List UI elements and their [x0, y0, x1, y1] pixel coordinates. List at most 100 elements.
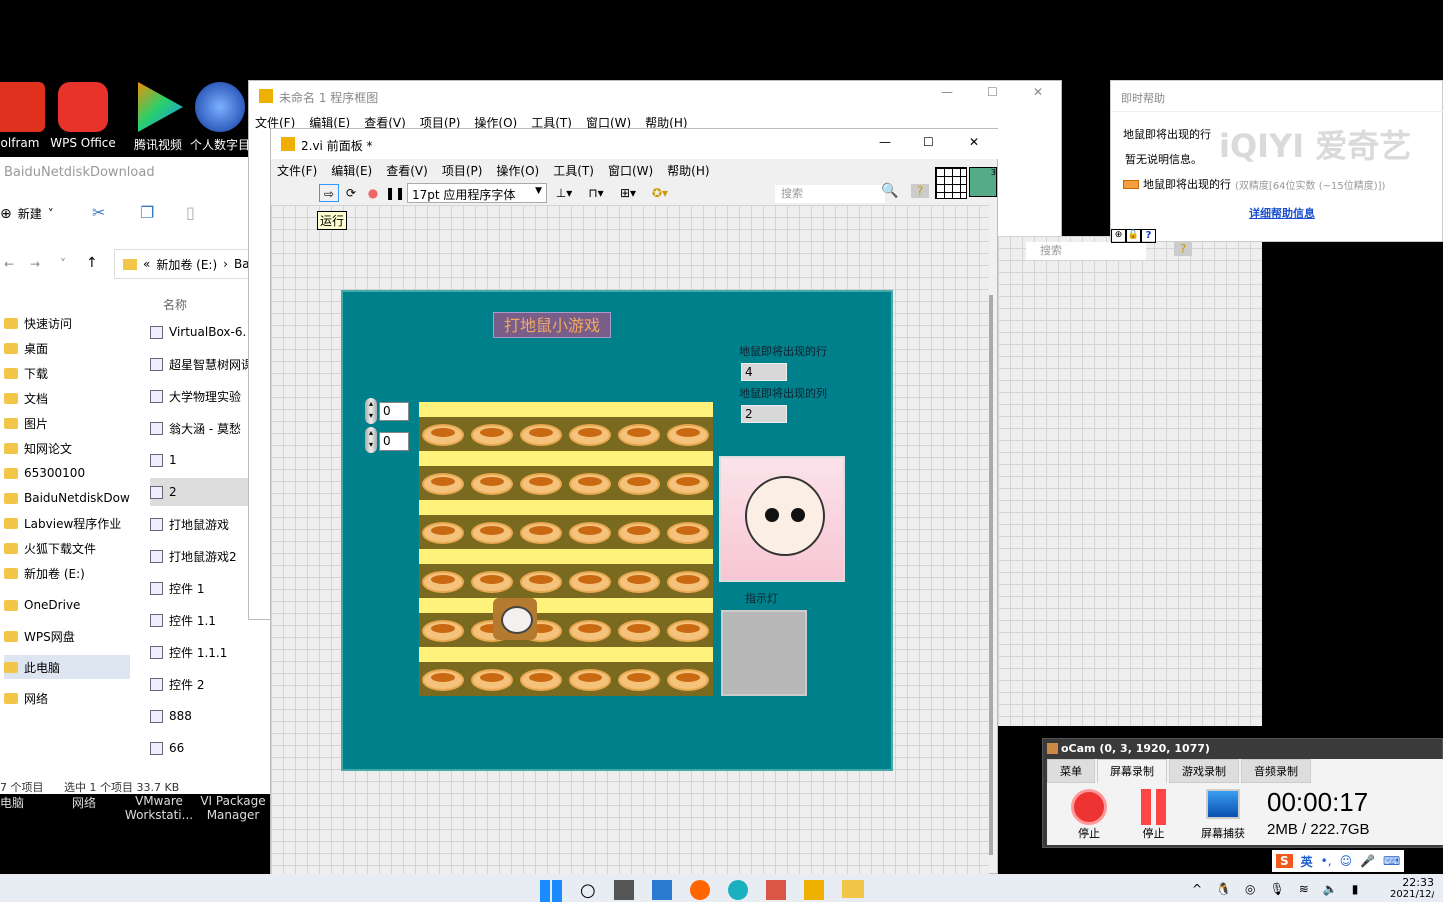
nav-item[interactable]: 此电脑	[4, 655, 130, 679]
col-spinner[interactable]: ▴ ▾	[365, 427, 377, 453]
desktop-icon-wps[interactable]: WPS Office	[43, 82, 123, 150]
keyboard-icon[interactable]: ⌨	[1383, 854, 1400, 868]
battery-icon[interactable]: ▮	[1352, 882, 1359, 896]
resize-objects-icon[interactable]: ⊞▾	[613, 184, 643, 202]
file-item[interactable]: 控件 2	[150, 670, 270, 698]
mole-hole[interactable]	[618, 424, 660, 446]
sogou-icon[interactable]: S	[1276, 854, 1293, 868]
start-icon[interactable]	[540, 880, 562, 902]
mole-hole[interactable]	[471, 669, 513, 691]
mole[interactable]	[493, 598, 537, 640]
nav-item[interactable]: 新加卷 (E:)	[4, 561, 130, 585]
minimize-button[interactable]: —	[941, 85, 953, 99]
mole-hole[interactable]	[569, 620, 611, 642]
mole-hole[interactable]	[422, 522, 464, 544]
widgets-icon[interactable]	[651, 880, 672, 900]
menu-item[interactable]: 操作(O)	[496, 164, 539, 178]
help-icon[interactable]: ?	[1174, 242, 1192, 256]
emoji-icon[interactable]: ☺	[1340, 854, 1353, 868]
menu-item[interactable]: 编辑(E)	[331, 164, 372, 178]
qq-icon[interactable]: 🐧	[1216, 882, 1231, 896]
nav-item[interactable]: 65300100	[4, 461, 130, 485]
menu-item[interactable]: 工具(T)	[553, 164, 594, 178]
mole-hole[interactable]	[520, 424, 562, 446]
mole-hole[interactable]	[618, 473, 660, 495]
minimize-button[interactable]: —	[879, 135, 891, 149]
lock-icon[interactable]: 🔒	[1126, 229, 1141, 243]
nav-item[interactable]: WPS网盘	[4, 624, 130, 648]
maximize-button[interactable]: ☐	[923, 135, 934, 149]
maximize-button[interactable]: ☐	[987, 85, 998, 99]
show-optional-terminals-icon[interactable]: ⊕	[1111, 229, 1126, 243]
menu-item[interactable]: 项目(P)	[442, 164, 483, 178]
menu-item[interactable]: 查看(V)	[386, 164, 428, 178]
nav-item[interactable]: 知网论文	[4, 436, 130, 460]
clock[interactable]: 22:332021/12/22	[1390, 876, 1434, 899]
nav-item[interactable]: 火狐下载文件	[4, 536, 130, 560]
help-icon[interactable]: ?	[911, 184, 929, 198]
mole-hole[interactable]	[569, 571, 611, 593]
mole-hole[interactable]	[667, 473, 709, 495]
mole-hole[interactable]	[667, 669, 709, 691]
mole-hole[interactable]	[618, 620, 660, 642]
ocam-tab[interactable]: 音频录制	[1241, 759, 1311, 783]
align-objects-icon[interactable]: ⊥▾	[549, 184, 579, 202]
menu-item[interactable]: 帮助(H)	[667, 164, 709, 178]
nav-item[interactable]: 网络	[4, 686, 130, 710]
search-icon[interactable]: 🔍	[881, 183, 898, 199]
address-bar[interactable]: «新加卷 (E:) › Ba	[114, 249, 270, 279]
nav-item[interactable]: BaiduNetdiskDow	[4, 486, 130, 510]
search-input[interactable]: 搜索	[775, 185, 885, 203]
pause-icon[interactable]: ❚❚	[385, 184, 405, 202]
file-explorer-icon[interactable]	[841, 880, 864, 898]
run-continuously-icon[interactable]: ⟳	[341, 184, 361, 202]
search-input[interactable]: 搜索	[1026, 242, 1146, 260]
mole-hole[interactable]	[520, 522, 562, 544]
mole-hole[interactable]	[618, 522, 660, 544]
firefox-icon[interactable]	[689, 880, 710, 900]
up-icon[interactable]: ↑	[86, 255, 98, 271]
font-select[interactable]: 17pt 应用程序字体 ▼	[407, 183, 547, 203]
file-item[interactable]: 控件 1.1.1	[150, 638, 270, 666]
ocam-tab[interactable]: 屏幕录制	[1097, 759, 1167, 783]
pause-button[interactable]: 停止	[1141, 789, 1166, 841]
task-view-icon[interactable]	[613, 880, 634, 900]
mole-hole[interactable]	[471, 522, 513, 544]
file-item[interactable]: 66	[150, 734, 270, 762]
edge-icon[interactable]	[727, 880, 748, 900]
forward-icon[interactable]: →	[30, 257, 40, 271]
mic-icon[interactable]: 🎤	[1360, 854, 1375, 868]
nav-item[interactable]: 桌面	[4, 336, 130, 360]
ocam-tab[interactable]: 游戏录制	[1169, 759, 1239, 783]
app-icon[interactable]	[765, 880, 786, 900]
nav-item[interactable]: 快速访问	[4, 311, 130, 335]
mole-hole[interactable]	[569, 669, 611, 691]
mole-hole[interactable]	[422, 669, 464, 691]
col-control[interactable]: 0	[379, 432, 409, 451]
mole-hole[interactable]	[618, 571, 660, 593]
vi-icon[interactable]: 3	[969, 167, 997, 197]
front-panel-canvas[interactable]: 运行 打地鼠小游戏 地鼠即将出现的行 4 地鼠即将出现的列 2 ▴ ▾ 0 ▴ ▾ …	[271, 205, 993, 875]
nav-item[interactable]: 图片	[4, 411, 130, 435]
row-spinner[interactable]: ▴ ▾	[365, 398, 377, 424]
search-icon[interactable]: ○	[580, 880, 596, 902]
abort-icon[interactable]: ●	[363, 184, 383, 202]
mole-hole[interactable]	[667, 571, 709, 593]
connector-pane-icon[interactable]	[935, 167, 967, 199]
reorder-icon[interactable]: ✪▾	[645, 184, 675, 202]
column-name[interactable]: 名称	[163, 296, 187, 313]
detailed-help-link[interactable]: 详细帮助信息	[1249, 205, 1315, 221]
close-button[interactable]: ✕	[969, 135, 979, 149]
mole-hole[interactable]	[422, 571, 464, 593]
file-item[interactable]: 888	[150, 702, 270, 730]
nav-item[interactable]: 文档	[4, 386, 130, 410]
nav-item[interactable]: 下载	[4, 361, 130, 385]
network-icon[interactable]: ◎	[1245, 882, 1255, 896]
screen-capture-button[interactable]: 屏幕捕获	[1201, 789, 1245, 841]
mole-hole[interactable]	[520, 669, 562, 691]
mic-icon[interactable]: 🎙	[1270, 882, 1285, 896]
paste-icon[interactable]: ▯	[186, 203, 195, 222]
punctuation-icon[interactable]: •,	[1321, 854, 1332, 868]
mole-hole[interactable]	[422, 473, 464, 495]
row-control[interactable]: 0	[379, 402, 409, 421]
